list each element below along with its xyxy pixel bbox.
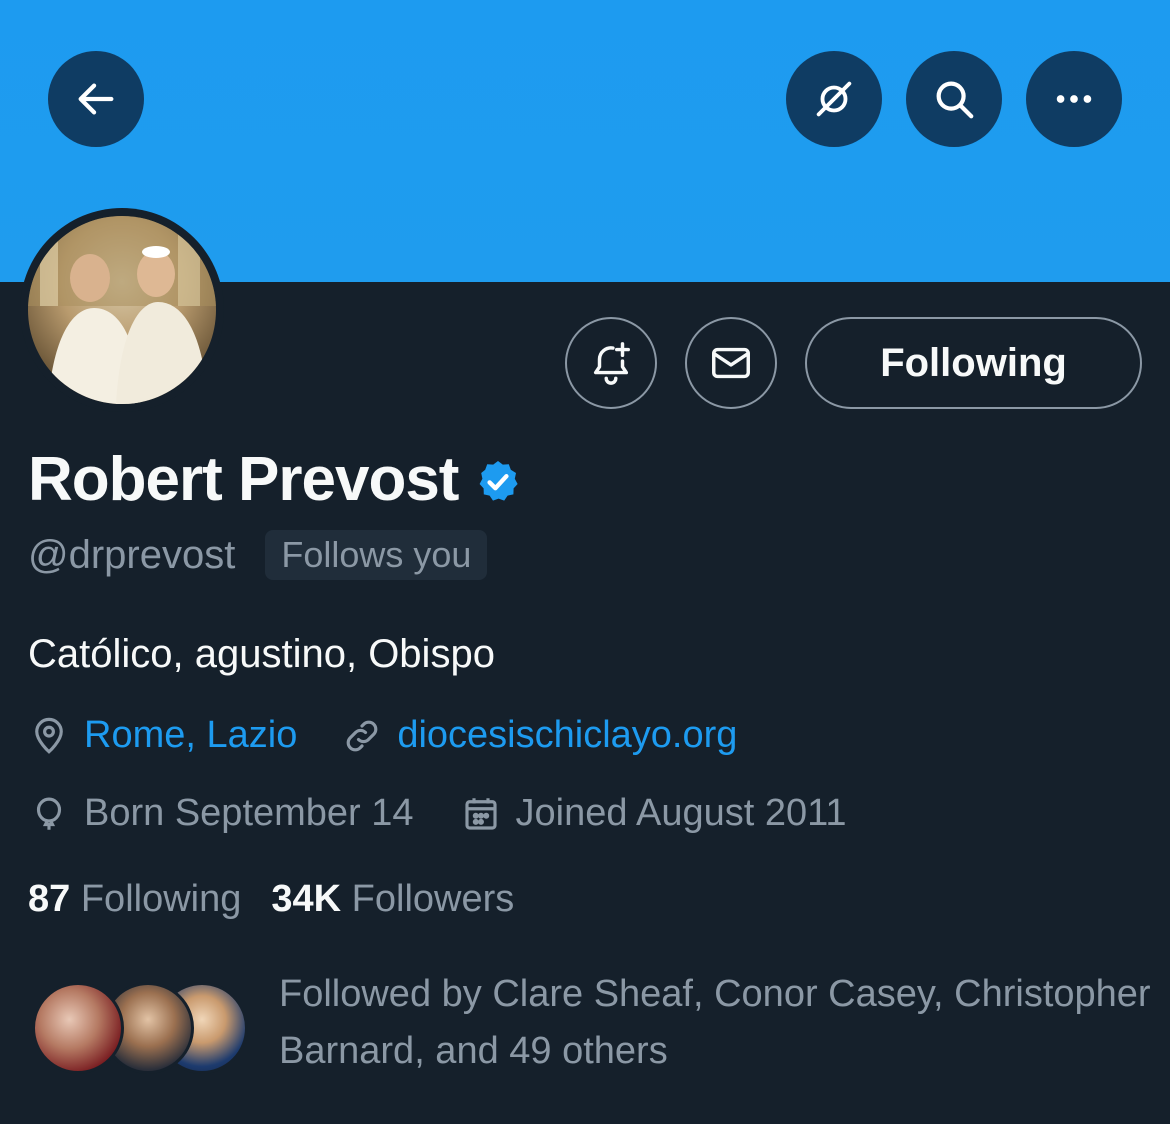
display-name: Robert Prevost (28, 445, 459, 514)
profile-meta-row-2: Born September 14 Joined August 2011 (28, 792, 847, 835)
balloon-icon (36, 797, 62, 830)
bell-plus-icon (593, 342, 630, 385)
search-button[interactable] (906, 51, 1002, 147)
more-horizontal-icon (1056, 95, 1092, 103)
follows-you-badge: Follows you (265, 530, 488, 580)
joined-item: Joined August 2011 (460, 792, 847, 835)
calendar-icon (464, 797, 497, 830)
mutual-followers-avatars[interactable] (32, 982, 252, 1078)
followers-count-link[interactable]: 34K Followers (271, 878, 514, 921)
birthday-item: Born September 14 (28, 792, 414, 835)
message-button[interactable] (685, 317, 777, 409)
name-row: Robert Prevost (28, 444, 522, 515)
location-text[interactable]: Rome, Lazio (84, 714, 297, 757)
more-button[interactable] (1026, 51, 1122, 147)
back-button[interactable] (48, 51, 144, 147)
link-icon (346, 720, 378, 751)
search-icon (936, 81, 974, 119)
profile-bio: Católico, agustino, Obispo (28, 632, 495, 676)
followers-count: 34K (271, 878, 342, 920)
follow-counts: 87 Following 34K Followers (28, 878, 514, 921)
avatar-photo (28, 216, 216, 404)
website-link[interactable]: diocesischiclayo.org (397, 714, 737, 757)
profile-avatar[interactable] (28, 216, 216, 404)
profile-meta-row-1: Rome, Lazio diocesischiclayo.org (28, 714, 737, 757)
arrow-left-icon (78, 83, 114, 115)
followed-by-text[interactable]: Followed by Clare Sheaf, Conor Casey, Ch… (279, 966, 1159, 1080)
joined-text: Joined August 2011 (515, 792, 847, 834)
following-button[interactable]: Following (805, 317, 1142, 409)
website-item: diocesischiclayo.org (341, 714, 737, 757)
birthday-text: Born September 14 (84, 792, 414, 834)
location-item: Rome, Lazio (28, 714, 297, 757)
following-count-label: Following (80, 878, 242, 920)
notifications-button[interactable] (565, 317, 657, 409)
following-count: 87 (28, 878, 71, 920)
user-handle: @drprevost (28, 532, 236, 577)
location-pin-icon (35, 717, 63, 754)
handle-row: @drprevost Follows you (28, 530, 488, 580)
verified-badge-icon[interactable] (474, 458, 522, 506)
envelope-icon (712, 347, 750, 379)
eye-slash-icon (816, 81, 852, 117)
mute-view-button[interactable] (786, 51, 882, 147)
mutual-follower-avatar (32, 982, 124, 1074)
following-count-link[interactable]: 87 Following (28, 878, 241, 921)
followers-count-label: Followers (351, 878, 515, 920)
